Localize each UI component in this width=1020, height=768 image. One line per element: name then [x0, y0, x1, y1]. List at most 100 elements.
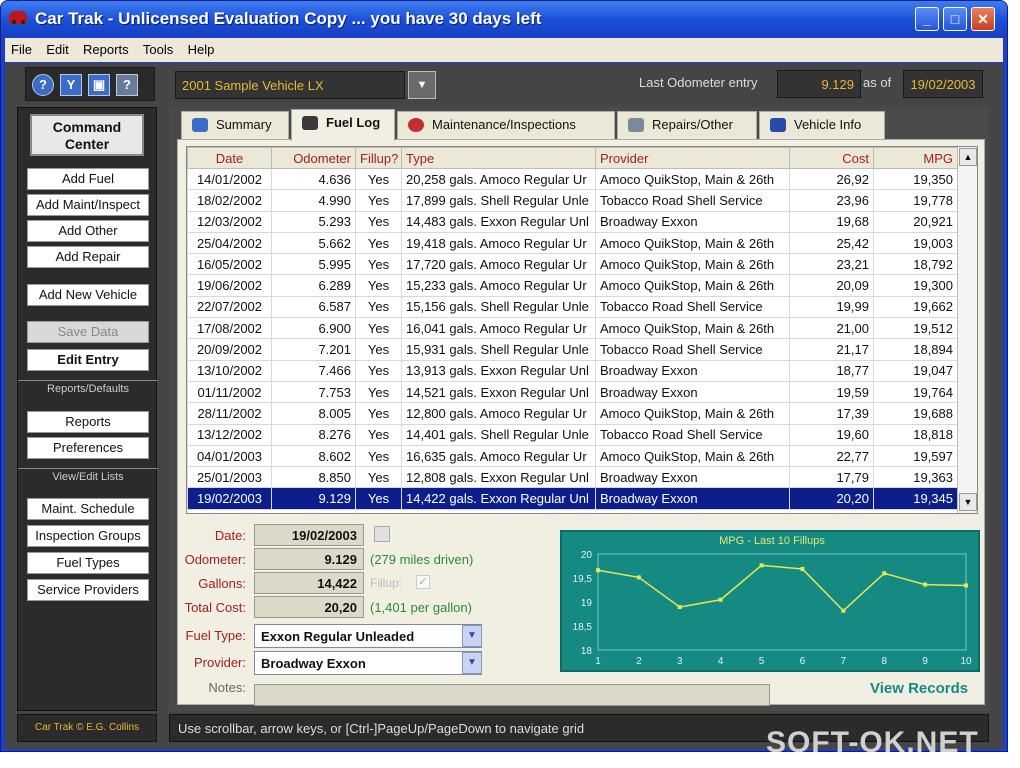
add-fuel-button[interactable]: Add Fuel [27, 168, 149, 190]
provider-select[interactable]: Broadway Exxon [254, 651, 482, 675]
tab-maintenance-label: Maintenance/Inspections [432, 117, 576, 132]
column-header-fillup[interactable]: Fillup? [355, 147, 402, 169]
column-header-cost[interactable]: Cost [789, 147, 874, 169]
tab-summary[interactable]: Summary [181, 111, 289, 139]
tab-fuel-log[interactable]: Fuel Log [291, 109, 395, 141]
fuel-log-grid[interactable]: Date Odometer Fillup? Type Provider Cost… [186, 146, 978, 514]
calendar-icon[interactable] [374, 526, 390, 542]
y-tick-label: 18,5 [573, 622, 593, 633]
pointer-help-icon[interactable]: ? [116, 74, 138, 96]
table-row[interactable]: 19/06/2002 6.289 Yes 15,233 gals. Amoco Reg… [187, 274, 958, 297]
tab-repairs[interactable]: Repairs/Other [617, 111, 757, 139]
cell-fillup: Yes [355, 359, 402, 382]
maintenance-icon [408, 118, 424, 132]
scroll-down-icon[interactable]: ▼ [959, 493, 977, 511]
vehicle-select[interactable]: 2001 Sample Vehicle LX [175, 71, 405, 99]
menu-tools[interactable]: Tools [137, 38, 178, 57]
scroll-up-icon[interactable]: ▲ [959, 148, 977, 166]
watermark: SOFT-OK.NET [766, 726, 979, 759]
column-header-date[interactable]: Date [187, 147, 272, 169]
chevron-down-icon[interactable]: ▼ [408, 71, 436, 99]
cell-fillup: Yes [355, 210, 402, 233]
cell-provider: Broadway Exxon [595, 210, 790, 233]
column-header-provider[interactable]: Provider [595, 147, 790, 169]
help-icon[interactable]: ? [32, 74, 54, 96]
preferences-button[interactable]: Preferences [27, 437, 149, 459]
filter-icon[interactable]: Y [60, 74, 82, 96]
inspection-groups-button[interactable]: Inspection Groups [27, 525, 149, 547]
table-row[interactable]: 14/01/2002 4.636 Yes 20,258 gals. Amoco Reg… [187, 167, 958, 191]
table-row[interactable]: 17/08/2002 6.900 Yes 16,041 gals. Amoco Reg… [187, 317, 958, 340]
close-button[interactable]: ✕ [971, 7, 995, 31]
cell-mpg: 18,894 [873, 338, 958, 361]
table-row[interactable]: 28/11/2002 8.005 Yes 12,800 gals. Amoco Reg… [187, 402, 958, 425]
cell-mpg: 19,778 [873, 189, 958, 212]
cell-odometer: 8.850 [271, 466, 356, 489]
tab-vehicle-info[interactable]: Vehicle Info [759, 111, 885, 139]
total-cost-field[interactable]: 20,20 [254, 596, 364, 618]
table-row[interactable]: 18/02/2002 4.990 Yes 17,899 gals. Shell Reg… [187, 189, 958, 212]
cell-date: 20/09/2002 [187, 338, 272, 361]
gallons-field[interactable]: 14,422 [254, 572, 364, 594]
edit-entry-button[interactable]: Edit Entry [27, 349, 149, 371]
menu-file[interactable]: File [5, 38, 37, 57]
command-center-line2: Center [64, 136, 110, 152]
table-row[interactable]: 04/01/2003 8.602 Yes 16,635 gals. Amoco Reg… [187, 444, 958, 468]
table-row[interactable]: 25/01/2003 8.850 Yes 12,808 gals. Exxon Reg… [187, 466, 958, 489]
date-field[interactable]: 19/02/2003 [254, 524, 364, 546]
fillup-checkbox[interactable]: ✓ [416, 575, 430, 589]
save-data-button[interactable]: Save Data [27, 321, 149, 343]
add-maint-button[interactable]: Add Maint/Inspect [27, 194, 149, 216]
cell-date: 17/08/2002 [187, 317, 272, 340]
table-row[interactable]: 20/09/2002 7.201 Yes 15,931 gals. Shell Reg… [187, 338, 958, 361]
add-vehicle-button[interactable]: Add New Vehicle [27, 284, 149, 306]
fuel-pump-icon [302, 116, 318, 130]
cell-provider: Tobacco Road Shell Service [595, 295, 790, 319]
fuel-types-button[interactable]: Fuel Types [27, 552, 149, 574]
as-of-value: 19/02/2003 [903, 70, 983, 98]
grid-header-row: Date Odometer Fillup? Type Provider Cost… [187, 147, 958, 169]
table-row[interactable]: 13/10/2002 7.466 Yes 13,913 gals. Exxon Reg… [187, 359, 958, 382]
cell-cost: 20,09 [789, 274, 874, 297]
chevron-down-icon[interactable]: ▼ [462, 652, 482, 674]
view-records-link[interactable]: View Records [870, 680, 968, 697]
notes-field[interactable] [254, 684, 770, 706]
table-row[interactable]: 25/04/2002 5.662 Yes 19,418 gals. Amoco Reg… [187, 231, 958, 255]
tab-vehicle-info-label: Vehicle Info [794, 117, 862, 132]
menu-help[interactable]: Help [182, 38, 220, 57]
odometer-field[interactable]: 9.129 [254, 548, 364, 570]
cell-provider: Broadway Exxon [595, 380, 790, 404]
mpg-chart: MPG - Last 10 Fillups 20 19,5 19 18,5 18 1 2 3 4… [560, 530, 980, 672]
minimize-button[interactable]: _ [915, 7, 939, 31]
fuel-type-select[interactable]: Exxon Regular Unleaded [254, 624, 482, 648]
cell-odometer: 4.636 [271, 167, 356, 191]
column-header-odometer[interactable]: Odometer [271, 147, 356, 169]
table-row[interactable]: 12/03/2002 5.293 Yes 14,483 gals. Exxon Reg… [187, 210, 958, 233]
column-header-type[interactable]: Type [401, 147, 596, 169]
cell-provider: Amoco QuikStop, Main & 26th [595, 167, 790, 191]
as-of-label: as of [863, 75, 892, 90]
add-repair-button[interactable]: Add Repair [27, 246, 149, 268]
table-row[interactable]: 01/11/2002 7.753 Yes 14,521 gals. Exxon Reg… [187, 380, 958, 404]
title-bar[interactable]: Car Trak - Unlicensed Evaluation Copy ..… [1, 1, 1007, 37]
cell-mpg: 19,688 [873, 402, 958, 425]
menu-reports[interactable]: Reports [77, 38, 134, 57]
cell-date: 18/02/2002 [187, 189, 272, 212]
table-row[interactable]: 13/12/2002 8.276 Yes 14,401 gals. Shell Reg… [187, 423, 958, 446]
column-header-mpg[interactable]: MPG [873, 147, 958, 169]
chevron-down-icon[interactable]: ▼ [462, 625, 482, 647]
tab-maintenance[interactable]: Maintenance/Inspections [397, 111, 615, 139]
mpg-data-point [636, 575, 641, 580]
maximize-button[interactable]: □ [943, 7, 967, 31]
grid-scrollbar[interactable]: ▲ ▼ [957, 147, 977, 513]
table-row[interactable]: 22/07/2002 6.587 Yes 15,156 gals. Shell Reg… [187, 295, 958, 319]
table-row[interactable]: 16/05/2002 5.995 Yes 17,720 gals. Amoco Reg… [187, 253, 958, 276]
reports-button[interactable]: Reports [27, 411, 149, 433]
add-other-button[interactable]: Add Other [27, 220, 149, 242]
table-row[interactable]: 19/02/2003 9.129 Yes 14,422 gals. Exxon Reg… [187, 487, 958, 510]
screen-icon[interactable]: ▣ [88, 74, 110, 96]
menu-edit[interactable]: Edit [40, 38, 73, 57]
service-providers-button[interactable]: Service Providers [27, 579, 149, 601]
maint-schedule-button[interactable]: Maint. Schedule [27, 498, 149, 520]
provider-label: Provider: [193, 655, 246, 670]
